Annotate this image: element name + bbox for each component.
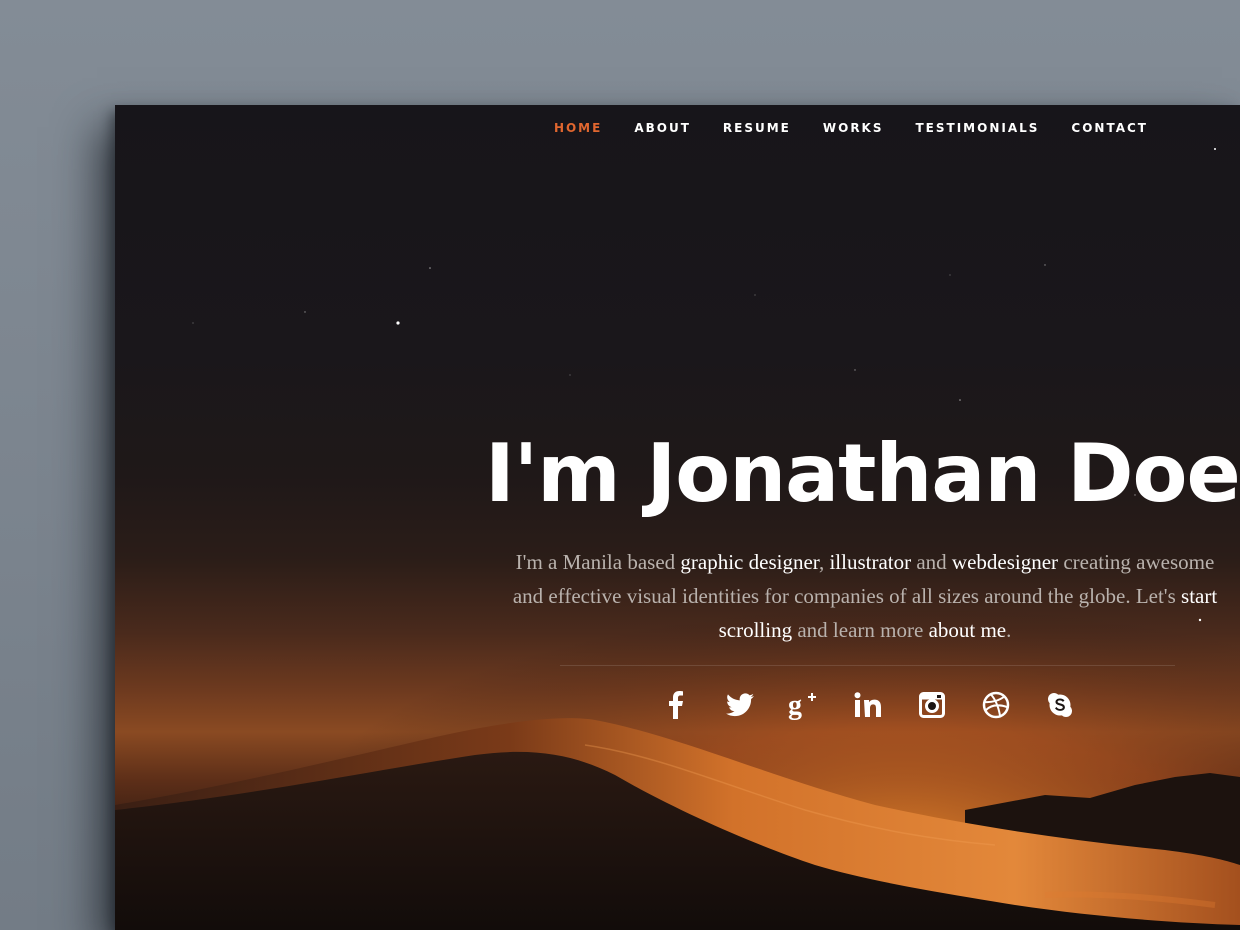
nav-home[interactable]: HOME	[554, 121, 602, 135]
main-nav: HOME ABOUT RESUME WORKS TESTIMONIALS CON…	[522, 121, 1148, 135]
desc-text: and learn more	[792, 618, 929, 642]
nav-testimonials[interactable]: TESTIMONIALS	[916, 121, 1040, 135]
google-plus-icon[interactable]: g	[788, 689, 820, 721]
desc-text: .	[1006, 618, 1012, 642]
svg-text:g: g	[788, 690, 802, 720]
desc-highlight-webdesigner: webdesigner	[951, 550, 1059, 574]
website-screen: HOME ABOUT RESUME WORKS TESTIMONIALS CON…	[115, 105, 1240, 930]
instagram-icon[interactable]	[916, 689, 948, 721]
desc-text: and	[911, 550, 952, 574]
nav-resume[interactable]: RESUME	[723, 121, 791, 135]
desc-text: ,	[818, 550, 830, 574]
dribbble-icon[interactable]	[980, 689, 1012, 721]
nav-about[interactable]: ABOUT	[634, 121, 691, 135]
facebook-icon[interactable]	[660, 689, 692, 721]
about-me-link[interactable]: about me	[929, 618, 1007, 642]
linkedin-icon[interactable]	[852, 689, 884, 721]
social-links: g	[660, 689, 1108, 721]
hero-description: I'm a Manila based graphic designer, ill…	[510, 545, 1220, 647]
nav-contact[interactable]: CONTACT	[1071, 121, 1148, 135]
desc-highlight-illustrator: illustrator	[829, 550, 912, 574]
desc-highlight-graphic-designer: graphic designer	[680, 550, 819, 574]
hero-title: I'm Jonathan Doe.	[485, 427, 1240, 520]
skype-icon[interactable]	[1044, 689, 1076, 721]
desc-text: I'm a Manila based	[515, 550, 681, 574]
nav-works[interactable]: WORKS	[823, 121, 884, 135]
hero-divider	[560, 665, 1175, 666]
twitter-icon[interactable]	[724, 689, 756, 721]
